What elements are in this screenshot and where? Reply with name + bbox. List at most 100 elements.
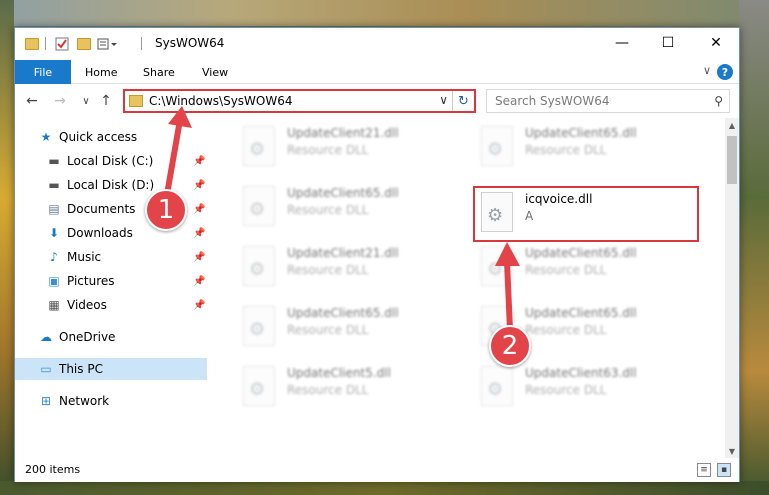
sidebar-item-label: Downloads xyxy=(67,226,133,240)
file-item[interactable]: ⚙ UpdateClient63.dll Resource DLL xyxy=(473,362,693,412)
dll-file-icon: ⚙ xyxy=(481,366,513,406)
file-name: UpdateClient21.dll xyxy=(287,126,399,140)
dll-file-icon: ⚙ xyxy=(243,186,275,226)
step-1-marker: 1 xyxy=(145,189,187,231)
tab-view[interactable]: View xyxy=(202,60,228,84)
file-item[interactable]: ⚙ UpdateClient5.dll Resource DLL xyxy=(235,362,455,412)
pin-icon[interactable]: 📌 xyxy=(193,276,205,287)
file-list: ⚙ UpdateClient21.dll Resource DLL ⚙ Upda… xyxy=(211,118,725,458)
pin-icon[interactable]: 📌 xyxy=(193,228,205,239)
minimize-button[interactable]: — xyxy=(599,28,645,58)
refresh-button[interactable]: ↻ xyxy=(452,91,474,111)
sidebar-item-onedrive[interactable]: ☁ OneDrive xyxy=(15,326,207,348)
scroll-down-icon[interactable]: ▼ xyxy=(725,444,739,458)
file-item[interactable]: ⚙ UpdateClient65.dll Resource DLL xyxy=(473,242,693,292)
address-bar[interactable]: C:\Windows\SysWOW64 ∨ ↻ xyxy=(123,89,476,113)
sidebar-item-label: Pictures xyxy=(67,274,115,288)
star-icon: ★ xyxy=(40,130,52,144)
pin-icon[interactable]: 📌 xyxy=(193,204,205,215)
address-dropdown-icon[interactable]: ∨ xyxy=(439,93,448,107)
file-name: UpdateClient65.dll xyxy=(287,186,399,200)
maximize-button[interactable]: ☐ xyxy=(645,28,691,58)
computer-icon: ▭ xyxy=(40,362,52,376)
documents-icon: ▤ xyxy=(48,202,60,216)
scroll-up-icon[interactable]: ▲ xyxy=(725,118,739,132)
details-view-icon[interactable]: ≡ xyxy=(697,463,711,477)
quick-access-folder-icon[interactable] xyxy=(25,36,39,52)
file-name: UpdateClient21.dll xyxy=(287,246,399,260)
download-icon: ⬇ xyxy=(48,226,60,240)
address-path[interactable]: C:\Windows\SysWOW64 xyxy=(149,94,293,108)
drive-icon: ▬ xyxy=(48,178,60,192)
ribbon: File Home Share View ∨ ? xyxy=(15,60,739,84)
file-name: UpdateClient65.dll xyxy=(287,306,399,320)
sidebar-item-label: Videos xyxy=(67,298,107,312)
sidebar-item-network[interactable]: ⊞ Network xyxy=(15,390,207,412)
window-title: SysWOW64 xyxy=(155,36,225,50)
file-description: Resource DLL xyxy=(287,143,369,157)
file-description: Resource DLL xyxy=(287,203,369,217)
tab-share[interactable]: Share xyxy=(143,60,175,84)
desktop-background-top xyxy=(0,0,769,26)
file-item[interactable]: ⚙ UpdateClient21.dll Resource DLL xyxy=(235,122,455,172)
highlight-box xyxy=(473,186,699,242)
desktop-background-left xyxy=(0,0,14,495)
tab-home[interactable]: Home xyxy=(85,60,117,84)
folder-icon xyxy=(129,95,143,107)
file-explorer-window: SysWOW64 — ☐ ✕ File Home Share View ∨ ? … xyxy=(14,27,740,482)
forward-button[interactable]: → xyxy=(51,91,69,111)
back-button[interactable]: ← xyxy=(23,91,41,111)
search-input[interactable]: Search SysWOW64 xyxy=(495,94,609,108)
pin-icon[interactable]: 📌 xyxy=(193,180,205,191)
sidebar-item-videos[interactable]: ▦ Videos 📌 xyxy=(15,294,207,316)
dll-file-icon: ⚙ xyxy=(243,126,275,166)
chevron-down-icon[interactable]: ∨ xyxy=(703,64,711,77)
sidebar-item-music[interactable]: ♪ Music 📌 xyxy=(15,246,207,268)
file-description: Resource DLL xyxy=(287,263,369,277)
file-description: Resource DLL xyxy=(525,263,607,277)
sidebar-item-local-disk-c[interactable]: ▬ Local Disk (C:) 📌 xyxy=(15,150,207,172)
dll-file-icon: ⚙ xyxy=(243,306,275,346)
sidebar-item-pictures[interactable]: ▣ Pictures 📌 xyxy=(15,270,207,292)
large-icons-view-icon[interactable]: ▪ xyxy=(717,463,731,477)
file-description: Resource DLL xyxy=(525,383,607,397)
cloud-icon: ☁ xyxy=(40,330,52,344)
file-description: Resource DLL xyxy=(525,143,607,157)
file-item[interactable]: ⚙ UpdateClient65.dll Resource DLL xyxy=(473,122,693,172)
tab-file[interactable]: File xyxy=(15,60,71,84)
help-icon[interactable]: ? xyxy=(717,64,733,80)
properties-icon[interactable] xyxy=(55,36,69,52)
dll-file-icon: ⚙ xyxy=(243,366,275,406)
sidebar-item-this-pc[interactable]: ▭ This PC xyxy=(15,358,207,380)
file-name: UpdateClient65.dll xyxy=(525,246,637,260)
vertical-scrollbar[interactable]: ▲ ▼ xyxy=(725,118,739,458)
file-item[interactable]: ⚙ UpdateClient21.dll Resource DLL xyxy=(235,242,455,292)
desktop-background-bottom xyxy=(0,481,769,495)
search-box[interactable]: Search SysWOW64 ⚲ xyxy=(486,89,730,113)
file-item[interactable]: ⚙ UpdateClient65.dll Resource DLL xyxy=(235,302,455,352)
pin-icon[interactable]: 📌 xyxy=(193,252,205,263)
up-button[interactable]: ↑ xyxy=(97,91,115,111)
scroll-thumb[interactable] xyxy=(727,136,737,184)
sidebar-item-label: OneDrive xyxy=(59,330,116,344)
file-name: UpdateClient65.dll xyxy=(525,126,637,140)
desktop-background-right xyxy=(739,0,769,495)
title-bar: SysWOW64 — ☐ ✕ xyxy=(15,28,739,60)
sidebar-item-quick-access[interactable]: ★ Quick access xyxy=(15,126,207,148)
sidebar-item-label: Local Disk (C:) xyxy=(67,154,154,168)
pin-icon[interactable]: 📌 xyxy=(193,300,205,311)
network-icon: ⊞ xyxy=(40,394,52,408)
customize-toolbar-icon[interactable] xyxy=(97,36,119,52)
drive-icon: ▬ xyxy=(48,154,60,168)
recent-locations-button[interactable]: ∨ xyxy=(77,91,95,111)
sidebar-item-label: This PC xyxy=(59,362,103,376)
file-name: UpdateClient5.dll xyxy=(287,366,391,380)
navigation-pane: ★ Quick access ▬ Local Disk (C:) 📌 ▬ Loc… xyxy=(15,118,211,458)
file-item[interactable]: ⚙ UpdateClient65.dll Resource DLL xyxy=(235,182,455,232)
pin-icon[interactable]: 📌 xyxy=(193,156,205,167)
step-2-marker: 2 xyxy=(489,325,531,367)
file-description: Resource DLL xyxy=(287,383,369,397)
dll-file-icon: ⚙ xyxy=(243,246,275,286)
new-folder-icon[interactable] xyxy=(77,36,91,52)
close-button[interactable]: ✕ xyxy=(693,28,739,58)
